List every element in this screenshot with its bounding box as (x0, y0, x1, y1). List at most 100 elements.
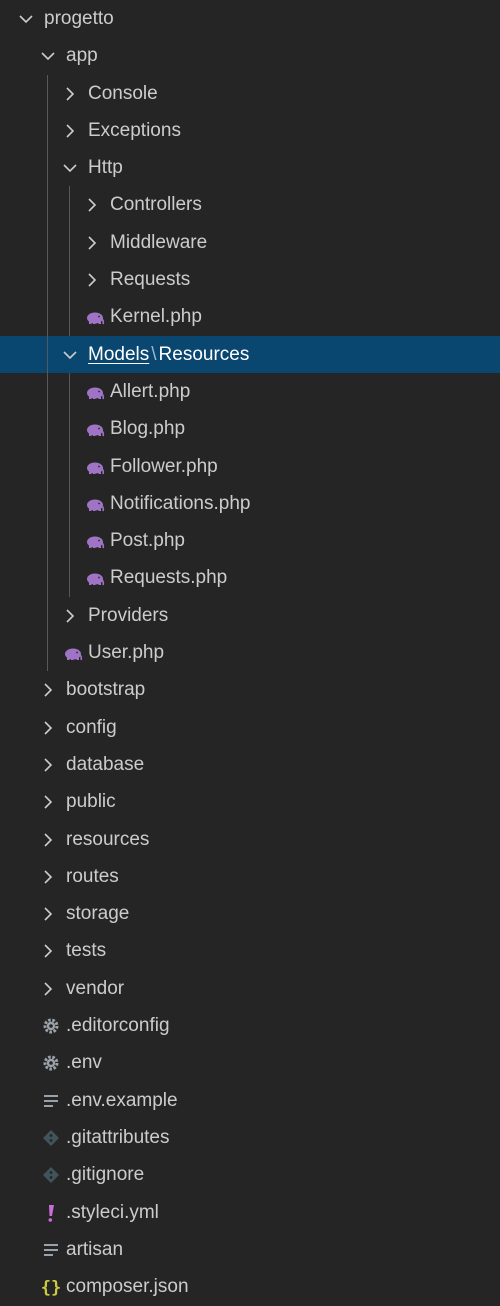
chevron-right-icon[interactable] (38, 867, 58, 887)
tree-folder-resources[interactable]: resources (0, 821, 500, 858)
indent-guide (69, 410, 70, 448)
indent-guide (47, 111, 48, 150)
tree-file-follower-php[interactable]: Follower.php (0, 447, 500, 485)
tree-file-blog-php[interactable]: Blog.php (0, 410, 500, 448)
tree-folder-public[interactable]: public (0, 783, 500, 820)
tree-folder-config[interactable]: config (0, 709, 500, 746)
tree-item-label: tests (66, 940, 107, 962)
chevron-down-icon[interactable] (16, 9, 36, 29)
tree-folder-requests[interactable]: Requests (0, 261, 500, 299)
indent-guide (47, 559, 48, 597)
indent-guide (47, 522, 48, 560)
chevron-right-icon[interactable] (38, 755, 58, 775)
indent-guide (69, 186, 70, 224)
chevron-right-icon[interactable] (60, 606, 80, 626)
text-lines-icon (40, 1090, 62, 1112)
exclamation-icon (40, 1202, 62, 1224)
tree-item-label: Http (88, 157, 123, 179)
text-lines-icon (40, 1239, 62, 1261)
tree-folder-console[interactable]: Console (0, 74, 500, 112)
tree-item-label: .gitignore (66, 1164, 145, 1186)
tree-item-label: public (66, 791, 116, 813)
tree-file-env[interactable]: .env (0, 1044, 500, 1081)
indent-guide (69, 261, 70, 299)
chevron-right-icon[interactable] (38, 718, 58, 738)
tree-folder-vendor[interactable]: vendor (0, 970, 500, 1007)
tree-item-label: .gitattributes (66, 1126, 170, 1148)
tree-file-allert-php[interactable]: Allert.php (0, 372, 500, 411)
tree-file-composer-json[interactable]: {} composer.json (0, 1268, 500, 1305)
tree-item-label: config (66, 716, 117, 738)
indent-guide (69, 372, 70, 411)
tree-file-notifications-php[interactable]: Notifications.php (0, 484, 500, 523)
chevron-down-icon[interactable] (38, 46, 58, 66)
php-elephant-icon (84, 306, 106, 328)
tree-file-styleci-yml[interactable]: .styleci.yml (0, 1194, 500, 1231)
indent-guide (47, 484, 48, 523)
chevron-right-icon[interactable] (60, 84, 80, 104)
chevron-right-icon[interactable] (38, 680, 58, 700)
chevron-right-icon[interactable] (60, 121, 80, 141)
tree-folder-controllers[interactable]: Controllers (0, 186, 500, 224)
tree-file-gitignore[interactable]: .gitignore (0, 1156, 500, 1193)
chevron-right-icon[interactable] (82, 195, 102, 215)
tree-folder-http[interactable]: Http (0, 149, 500, 187)
tree-file-artisan[interactable]: artisan (0, 1231, 500, 1268)
tree-item-label: storage (66, 903, 130, 925)
indent-guide (47, 335, 48, 373)
chevron-down-icon[interactable] (60, 158, 80, 178)
tree-file-gitattributes[interactable]: .gitattributes (0, 1119, 500, 1156)
chevron-right-icon[interactable] (38, 792, 58, 812)
indent-guide (69, 522, 70, 560)
chevron-right-icon[interactable] (38, 830, 58, 850)
chevron-right-icon[interactable] (82, 233, 102, 253)
tree-folder-routes[interactable]: routes (0, 858, 500, 895)
tree-item-label: Kernel.php (110, 306, 202, 328)
indent-guide (47, 74, 48, 112)
tree-item-label: routes (66, 865, 119, 887)
tree-item-label: vendor (66, 977, 125, 999)
indent-guide (69, 298, 70, 336)
indent-guide (69, 447, 70, 485)
compact-folder-segment[interactable]: Resources (159, 344, 250, 365)
tree-folder-storage[interactable]: storage (0, 895, 500, 932)
compact-folder-segment[interactable]: Models (88, 344, 149, 365)
tree-item-label: Console (88, 82, 158, 104)
tree-item-label: Allert.php (110, 380, 191, 402)
tree-item-label: Post.php (110, 530, 185, 552)
indent-guide (47, 596, 48, 635)
tree-folder-bootstrap[interactable]: bootstrap (0, 671, 500, 708)
chevron-right-icon[interactable] (82, 270, 102, 290)
git-diamond-icon (40, 1127, 62, 1149)
tree-folder-middleware[interactable]: Middleware (0, 223, 500, 262)
tree-file-editorconfig[interactable]: .editorconfig (0, 1007, 500, 1044)
tree-folder-tests[interactable]: tests (0, 932, 500, 969)
tree-folder-providers[interactable]: Providers (0, 596, 500, 635)
indent-guide (47, 298, 48, 336)
tree-item-label: Controllers (110, 194, 202, 216)
php-elephant-icon (84, 456, 106, 478)
chevron-right-icon[interactable] (38, 941, 58, 961)
tree-item-label: Requests (110, 269, 191, 291)
chevron-right-icon[interactable] (38, 979, 58, 999)
tree-folder-app[interactable]: app (0, 37, 500, 74)
tree-file-kernel-php[interactable]: Kernel.php (0, 298, 500, 336)
tree-file-user-php[interactable]: User.php (0, 634, 500, 672)
tree-item-label: composer.json (66, 1276, 189, 1298)
indent-guide (47, 372, 48, 411)
chevron-right-icon[interactable] (38, 904, 58, 924)
tree-folder-progetto[interactable]: progetto (0, 0, 500, 37)
tree-folder-database[interactable]: database (0, 746, 500, 783)
tree-file-env-example[interactable]: .env.example (0, 1082, 500, 1119)
php-elephant-icon (84, 493, 106, 515)
indent-guide (47, 634, 48, 672)
tree-item-label: .styleci.yml (66, 1201, 159, 1223)
tree-folder-models[interactable]: Models \ Resources (0, 335, 500, 373)
tree-folder-exceptions[interactable]: Exceptions (0, 111, 500, 150)
indent-guide (47, 186, 48, 224)
tree-file-requests-php[interactable]: Requests.php (0, 559, 500, 597)
indent-guide (47, 261, 48, 299)
tree-item-label: Requests.php (110, 567, 228, 589)
tree-file-post-php[interactable]: Post.php (0, 522, 500, 560)
chevron-down-icon[interactable] (60, 345, 80, 365)
